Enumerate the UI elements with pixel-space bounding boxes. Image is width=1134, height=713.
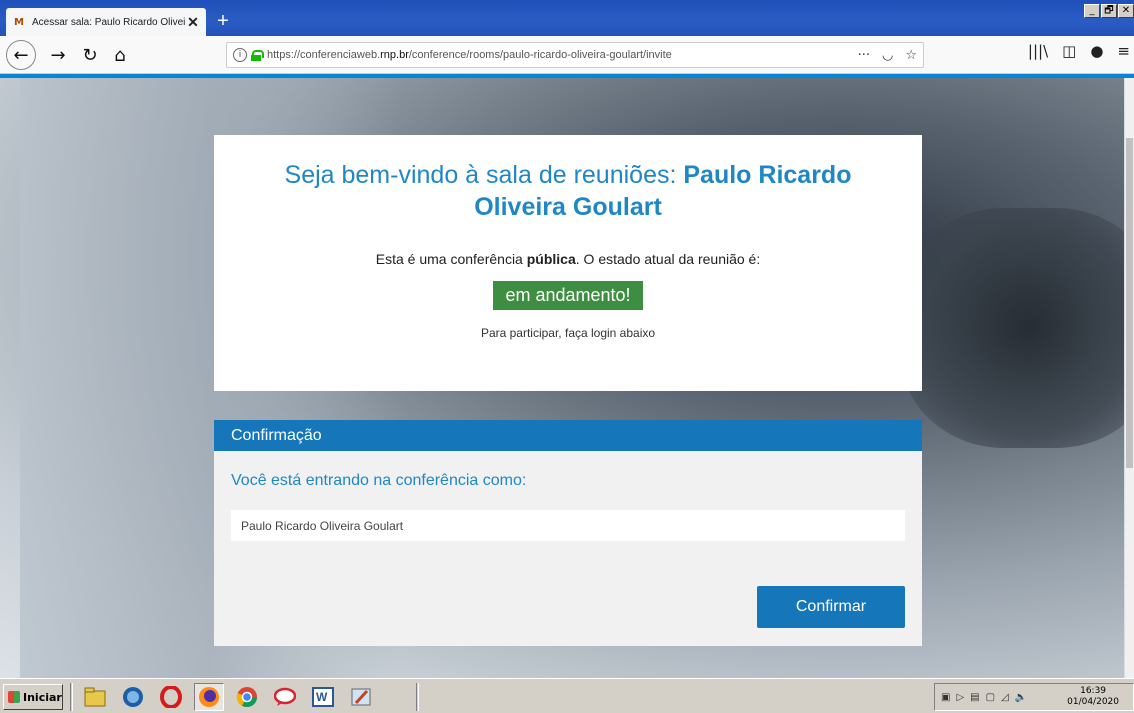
tray-play-icon[interactable]: ▷ [956,692,964,703]
thunderbird-icon[interactable] [118,683,148,711]
start-button[interactable]: Iniciar [3,684,63,710]
divider [70,683,73,711]
tray-network-icon[interactable]: ▣ [941,692,950,703]
browser-nav-bar: ← → ↻ ⌂ i https://conferenciaweb.rnp.br/… [0,36,1134,74]
file-manager-icon[interactable] [80,683,110,711]
back-arrow-icon[interactable]: ← [6,40,36,70]
opera-icon[interactable] [156,683,186,711]
welcome-card: Seja bem-vindo à sala de reuniões: Paulo… [214,135,922,391]
firefox-icon[interactable] [194,683,224,711]
browser-tab[interactable]: M Acessar sala: Paulo Ricardo Oliveir ✕ [6,8,206,36]
svg-text:W: W [316,690,328,704]
scrollbar-thumb[interactable] [1126,138,1133,468]
word-icon[interactable]: W [308,683,338,711]
lock-icon[interactable] [251,49,264,61]
tab-title: Acessar sala: Paulo Ricardo Oliveir [32,16,186,28]
confirm-button[interactable]: Confirmar [757,586,905,628]
info-icon[interactable]: i [233,48,247,62]
status-badge: em andamento! [493,281,643,310]
taskbar: Iniciar W ▣ ▷ ▤ ▢ ◿ 🔈 16:39 01/04/2020 [0,678,1134,713]
home-icon[interactable]: ⌂ [106,41,134,69]
tab-close-icon[interactable]: ✕ [186,15,200,29]
clock-time: 16:39 [1080,686,1107,696]
forward-arrow-icon[interactable]: → [44,41,72,69]
confirmation-panel: Confirmação Você está entrando na confer… [214,420,922,646]
address-bar[interactable]: i https://conferenciaweb.rnp.br/conferen… [226,42,924,68]
sidebar-icon[interactable]: ◫ [1062,42,1076,60]
clock[interactable]: 16:39 01/04/2020 [1067,686,1133,708]
windows-flag-icon [8,691,20,703]
tray-signal-icon[interactable]: ◿ [1001,692,1009,703]
login-hint: Para participar, faça login abaixo [480,326,656,340]
url-text[interactable]: https://conferenciaweb.rnp.br/conference… [267,49,858,61]
joining-label: Você está entrando na conferência como: [231,472,527,489]
tray-volume-icon[interactable]: 🔈 [1015,692,1027,703]
background-blur [900,208,1124,448]
tray-device-icon[interactable]: ▢ [986,692,995,703]
tray-media-icon[interactable]: ▤ [970,692,979,703]
library-icon[interactable]: |||\ [1028,42,1048,60]
divider [416,683,419,711]
close-window-button[interactable]: ✕ [1118,4,1134,18]
account-icon[interactable]: ● [1090,42,1103,60]
window-controls: _ 🗗 ✕ [1084,4,1134,18]
start-label: Iniciar [23,690,62,704]
page-actions-icon[interactable]: ··· [858,48,870,63]
panel-header: Confirmação [214,420,922,451]
pocket-icon[interactable]: ◡ [882,48,893,63]
chat-icon[interactable] [270,683,300,711]
chrome-icon[interactable] [232,683,262,711]
menu-icon[interactable]: ≡ [1117,42,1130,60]
clock-date: 01/04/2020 [1067,697,1119,707]
site-favicon-icon: M [14,16,24,28]
restore-button[interactable]: 🗗 [1101,4,1117,18]
name-field[interactable] [231,510,905,541]
page-viewport: Seja bem-vindo à sala de reuniões: Paulo… [0,78,1124,678]
bookmark-star-icon[interactable]: ☆ [905,48,917,63]
reload-icon[interactable]: ↻ [76,41,104,69]
page-scrollbar[interactable] [1124,78,1134,678]
new-tab-button[interactable]: + [210,8,236,34]
paint-icon[interactable] [346,683,376,711]
page-title: Seja bem-vindo à sala de reuniões: Paulo… [284,161,852,221]
conference-state-text: Esta é uma conferência pública. O estado… [375,251,761,267]
browser-tab-bar: M Acessar sala: Paulo Ricardo Oliveir ✕ … [0,0,1134,36]
system-tray: ▣ ▷ ▤ ▢ ◿ 🔈 16:39 01/04/2020 [934,683,1134,711]
minimize-button[interactable]: _ [1084,4,1100,18]
